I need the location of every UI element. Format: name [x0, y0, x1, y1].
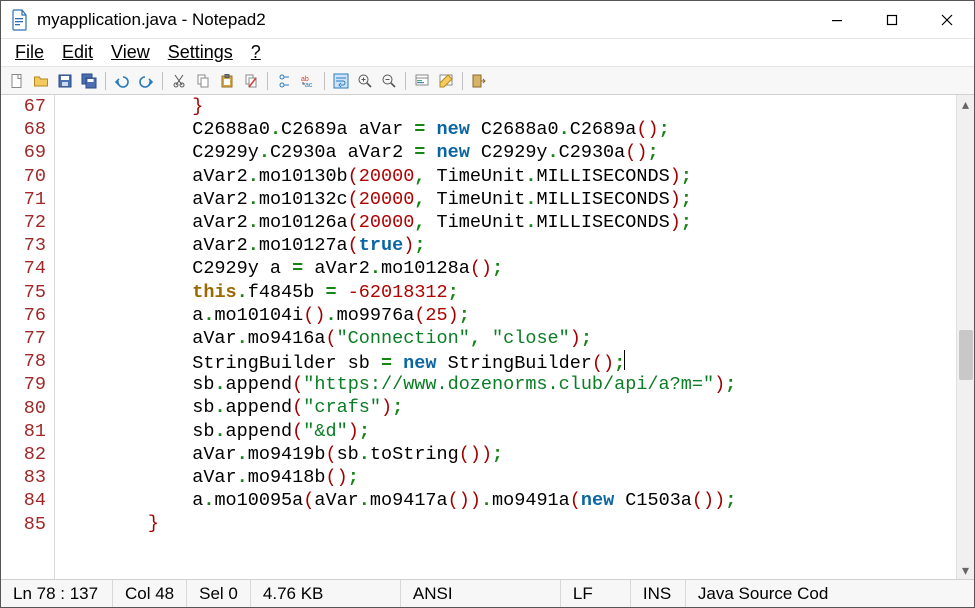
scrollbar-thumb[interactable] [959, 330, 973, 380]
app-window: myapplication.java - Notepad2 File Edit … [0, 0, 975, 608]
code-line[interactable]: C2929y.C2930a aVar2 = new C2929y.C2930a(… [59, 141, 956, 164]
status-column[interactable]: Col 48 [113, 580, 187, 607]
line-number-gutter: 67 68 69 70 71 72 73 74 75 76 77 78 79 8… [1, 95, 55, 579]
text-caret [624, 350, 625, 370]
code-line[interactable]: C2929y a = aVar2.mo10128a(); [59, 257, 956, 280]
toolbar-separator [267, 72, 268, 90]
svg-text:ac: ac [305, 82, 313, 89]
toolbar-separator [324, 72, 325, 90]
paste-icon[interactable] [216, 70, 238, 92]
code-line[interactable]: aVar.mo9416a("Connection", "close"); [59, 327, 956, 350]
menu-edit[interactable]: Edit [54, 40, 101, 65]
cut-icon[interactable] [168, 70, 190, 92]
scroll-up-arrow[interactable]: ▴ [957, 95, 974, 113]
window-buttons [809, 1, 974, 38]
code-line[interactable]: a.mo10104i().mo9976a(25); [59, 304, 956, 327]
menu-help[interactable]: ? [243, 40, 269, 65]
save-all-icon[interactable] [78, 70, 100, 92]
window-title: myapplication.java - Notepad2 [37, 10, 809, 30]
code-line[interactable]: } [59, 512, 956, 535]
replace-icon[interactable]: abac [297, 70, 319, 92]
code-line[interactable]: sb.append("crafs"); [59, 396, 956, 419]
code-line[interactable]: sb.append("&d"); [59, 420, 956, 443]
menu-file[interactable]: File [7, 40, 52, 65]
status-eol[interactable]: LF [561, 580, 631, 607]
open-icon[interactable] [30, 70, 52, 92]
menu-bar: File Edit View Settings ? [1, 39, 974, 67]
undo-icon[interactable] [111, 70, 133, 92]
redo-icon[interactable] [135, 70, 157, 92]
code-line[interactable]: this.f4845b = -62018312; [59, 281, 956, 304]
status-position[interactable]: Ln 78 : 137 [1, 580, 113, 607]
toolbar-separator [405, 72, 406, 90]
code-line[interactable]: C2688a0.C2689a aVar = new C2688a0.C2689a… [59, 118, 956, 141]
wordwrap-icon[interactable] [330, 70, 352, 92]
toolbar-separator [462, 72, 463, 90]
scroll-down-arrow[interactable]: ▾ [957, 561, 974, 579]
status-language[interactable]: Java Source Cod [686, 580, 974, 607]
code-line[interactable]: a.mo10095a(aVar.mo9417a()).mo9491a(new C… [59, 489, 956, 512]
code-line[interactable]: aVar.mo9419b(sb.toString()); [59, 443, 956, 466]
code-editor[interactable]: 67 68 69 70 71 72 73 74 75 76 77 78 79 8… [1, 95, 956, 579]
delete-icon[interactable] [240, 70, 262, 92]
find-icon[interactable] [273, 70, 295, 92]
code-line[interactable]: aVar2.mo10126a(20000, TimeUnit.MILLISECO… [59, 211, 956, 234]
status-selection[interactable]: Sel 0 [187, 580, 251, 607]
menu-settings[interactable]: Settings [160, 40, 241, 65]
scheme-icon[interactable] [411, 70, 433, 92]
code-line[interactable]: aVar2.mo10132c(20000, TimeUnit.MILLISECO… [59, 188, 956, 211]
code-line[interactable]: aVar.mo9418b(); [59, 466, 956, 489]
status-insert-mode[interactable]: INS [631, 580, 686, 607]
status-bar: Ln 78 : 137 Col 48 Sel 0 4.76 KB ANSI LF… [1, 579, 974, 607]
code-content[interactable]: } C2688a0.C2689a aVar = new C2688a0.C268… [55, 95, 956, 579]
zoom-in-icon[interactable] [354, 70, 376, 92]
code-line[interactable]: } [59, 95, 956, 118]
close-button[interactable] [919, 1, 974, 38]
code-line[interactable]: aVar2.mo10130b(20000, TimeUnit.MILLISECO… [59, 165, 956, 188]
minimize-button[interactable] [809, 1, 864, 38]
new-icon[interactable] [6, 70, 28, 92]
vertical-scrollbar[interactable]: ▴ ▾ [956, 95, 974, 579]
status-encoding[interactable]: ANSI [401, 580, 561, 607]
toolbar: abac [1, 67, 974, 95]
app-icon [11, 9, 29, 31]
exit-icon[interactable] [468, 70, 490, 92]
title-bar: myapplication.java - Notepad2 [1, 1, 974, 39]
customize-icon[interactable] [435, 70, 457, 92]
copy-icon[interactable] [192, 70, 214, 92]
code-line[interactable]: sb.append("https://www.dozenorms.club/ap… [59, 373, 956, 396]
toolbar-separator [162, 72, 163, 90]
menu-view[interactable]: View [103, 40, 158, 65]
editor-area: 67 68 69 70 71 72 73 74 75 76 77 78 79 8… [1, 95, 974, 579]
code-line[interactable]: StringBuilder sb = new StringBuilder(); [59, 350, 956, 373]
zoom-out-icon[interactable] [378, 70, 400, 92]
maximize-button[interactable] [864, 1, 919, 38]
code-line[interactable]: aVar2.mo10127a(true); [59, 234, 956, 257]
toolbar-separator [105, 72, 106, 90]
save-icon[interactable] [54, 70, 76, 92]
status-filesize[interactable]: 4.76 KB [251, 580, 401, 607]
